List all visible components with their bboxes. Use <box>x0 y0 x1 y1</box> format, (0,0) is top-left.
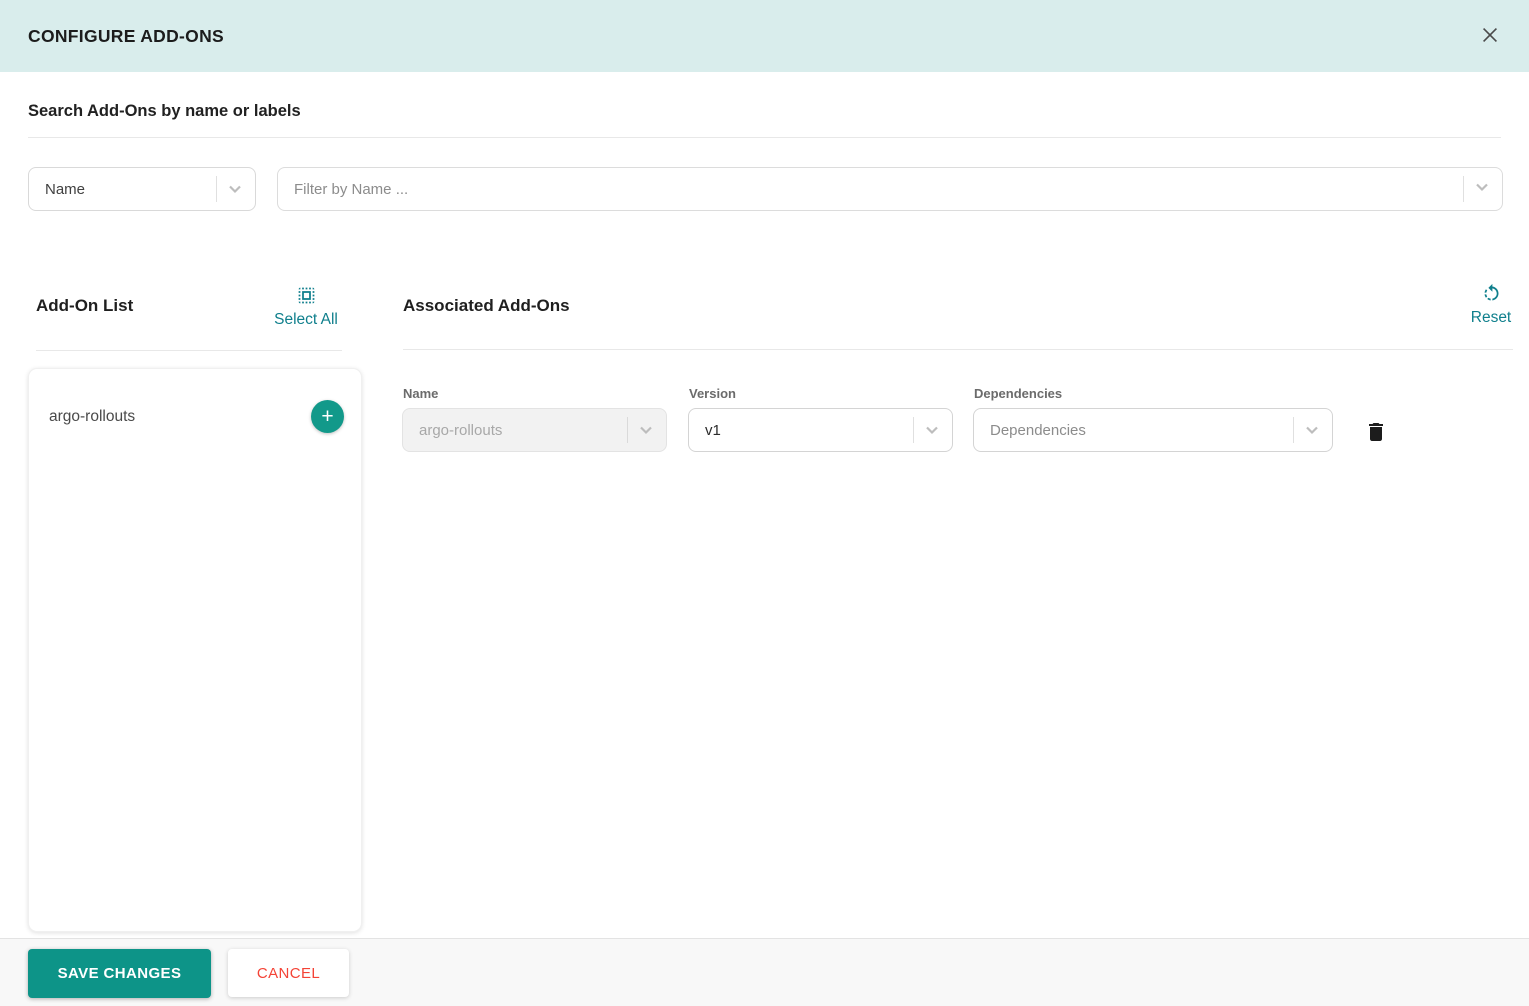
select-all-icon <box>296 285 317 309</box>
search-field-select-value: Name <box>45 180 86 198</box>
addon-list-divider <box>36 350 342 351</box>
select-all-label: Select All <box>274 311 338 328</box>
cancel-button[interactable]: CANCEL <box>228 949 349 997</box>
list-item: argo-rollouts + <box>29 369 361 433</box>
associated-addons-title: Associated Add-Ons <box>403 296 570 315</box>
select-divider <box>1293 417 1294 443</box>
delete-row-button[interactable] <box>1360 417 1392 449</box>
filter-input-container <box>277 167 1503 211</box>
trash-icon <box>1364 420 1388 447</box>
version-field-label: Version <box>689 386 736 401</box>
close-icon <box>1479 24 1501 49</box>
reset-label: Reset <box>1470 309 1512 326</box>
chevron-down-icon <box>638 422 654 438</box>
dialog-header: CONFIGURE ADD-ONS <box>0 0 1529 72</box>
dependencies-select-value: Dependencies <box>990 421 1086 439</box>
select-divider <box>913 417 914 443</box>
save-changes-button[interactable]: SAVE CHANGES <box>28 949 211 998</box>
name-field-label: Name <box>403 386 439 401</box>
filter-input[interactable] <box>294 180 1455 198</box>
dialog-footer: SAVE CHANGES CANCEL <box>0 938 1529 1006</box>
name-select-disabled: argo-rollouts <box>402 408 667 452</box>
addon-name: argo-rollouts <box>49 407 136 425</box>
search-section-heading: Search Add-Ons by name or labels <box>28 102 301 120</box>
chevron-down-icon <box>227 181 243 197</box>
version-select-value: v1 <box>705 421 721 439</box>
chevron-down-icon[interactable] <box>1474 179 1490 200</box>
associated-divider <box>403 349 1513 350</box>
search-field-select[interactable]: Name <box>28 167 256 211</box>
select-all-button[interactable]: Select All <box>268 285 344 329</box>
reset-button[interactable]: Reset <box>1467 283 1515 327</box>
dependencies-select[interactable]: Dependencies <box>973 408 1333 452</box>
configure-addons-dialog: CONFIGURE ADD-ONS Search Add-Ons by name… <box>0 0 1529 1006</box>
plus-icon: + <box>321 405 334 428</box>
select-divider <box>1463 176 1464 202</box>
rotate-left-icon <box>1481 283 1502 307</box>
select-divider <box>216 176 217 202</box>
dependencies-field-label: Dependencies <box>974 386 1063 401</box>
close-button[interactable] <box>1473 19 1507 53</box>
search-divider <box>28 137 1501 138</box>
select-divider <box>627 417 628 443</box>
version-select[interactable]: v1 <box>688 408 953 452</box>
add-addon-button[interactable]: + <box>311 400 344 433</box>
dialog-title: CONFIGURE ADD-ONS <box>28 25 224 46</box>
chevron-down-icon <box>1304 422 1320 438</box>
name-select-value: argo-rollouts <box>419 421 503 439</box>
chevron-down-icon <box>924 422 940 438</box>
addon-list-panel: argo-rollouts + <box>28 368 362 932</box>
addon-list-title: Add-On List <box>36 296 134 315</box>
